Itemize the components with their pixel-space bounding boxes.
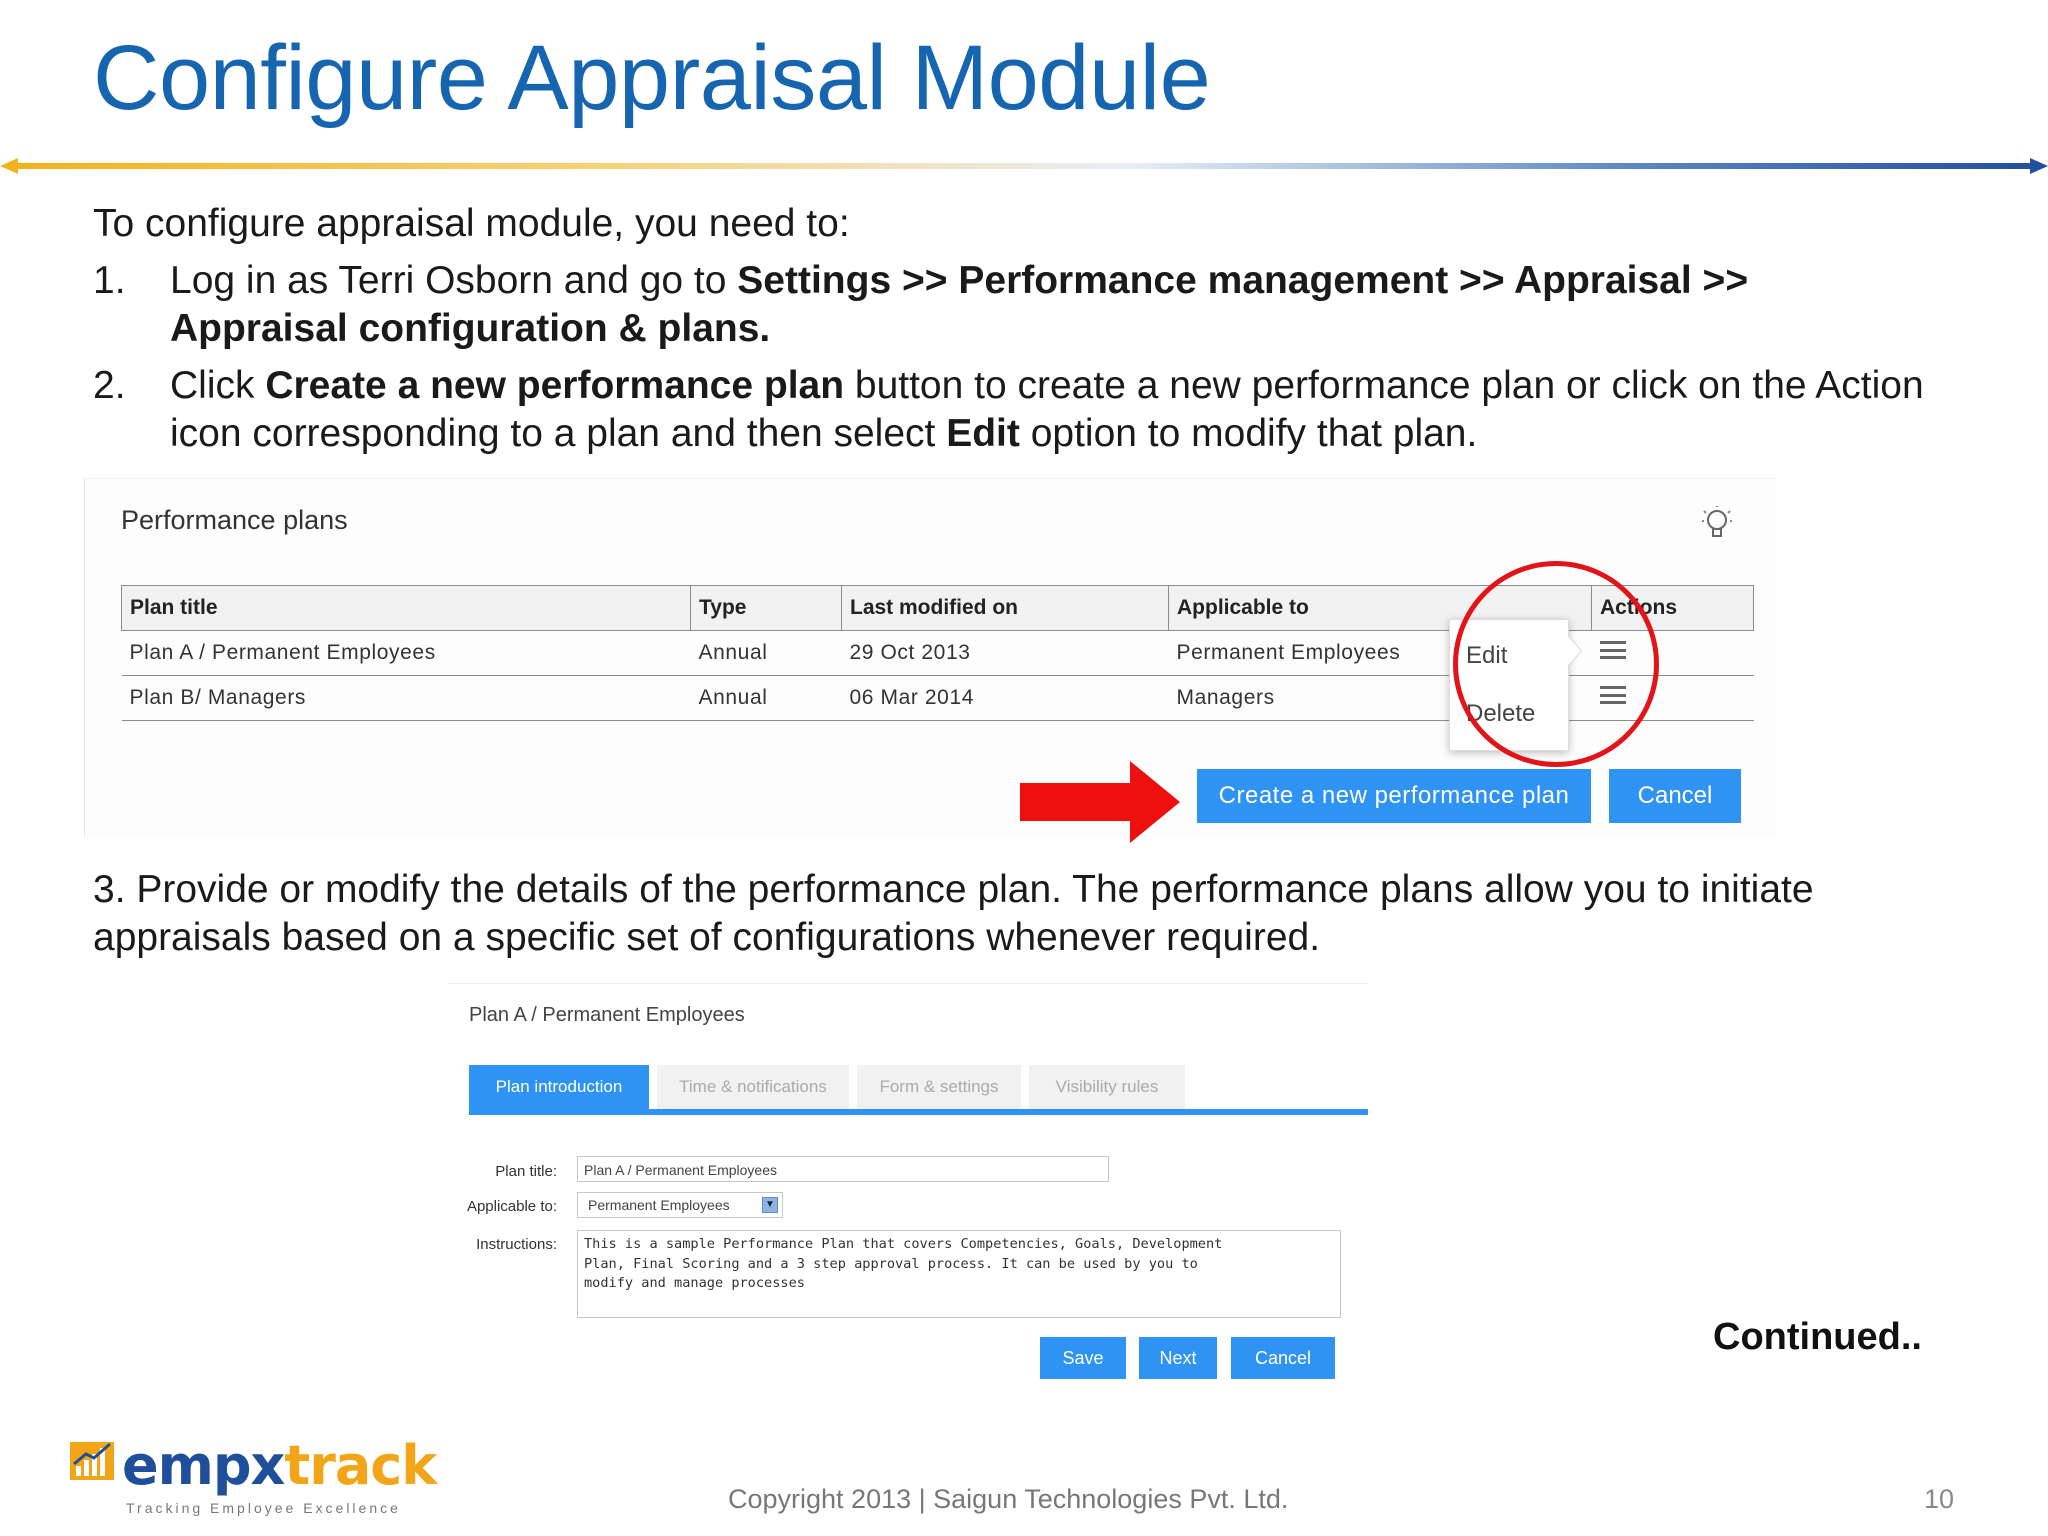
tab-time-notifications[interactable]: Time & notifications: [657, 1065, 849, 1109]
cancel-button[interactable]: Cancel: [1609, 769, 1741, 823]
step-2-button-name: Create a new performance plan: [265, 364, 845, 407]
tab-form-settings[interactable]: Form & settings: [857, 1065, 1021, 1109]
page-number: 10: [1924, 1484, 1955, 1514]
performance-plans-panel: Performance plans Plan title Type Last m…: [84, 478, 1777, 843]
instructions-label: Instructions:: [476, 1236, 557, 1253]
slide-title: Configure Appraisal Module: [93, 27, 1211, 129]
step-2-edit-word: Edit: [946, 412, 1020, 455]
empxtrack-logo: empxtrack Tracking Employee Excellence: [70, 1434, 437, 1520]
next-button[interactable]: Next: [1139, 1337, 1217, 1379]
cell-plan-title[interactable]: Plan B/ Managers: [121, 675, 691, 721]
step-1-text: Log in as Terri Osborn and go to: [170, 259, 738, 302]
plan-title-input[interactable]: Plan A / Permanent Employees: [577, 1156, 1109, 1182]
cell-last-modified: 06 Mar 2014: [841, 675, 1169, 721]
tab-plan-introduction[interactable]: Plan introduction: [469, 1065, 649, 1109]
step-2-text-b: button to create a new performance plan …: [844, 364, 1924, 407]
plan-form-heading: Plan A / Permanent Employees: [469, 1004, 745, 1026]
applicable-to-select[interactable]: Permanent Employees ▼: [577, 1192, 783, 1218]
applicable-to-label: Applicable to:: [466, 1198, 557, 1215]
step-3-line-2: appraisals based on a specific set of co…: [93, 916, 1321, 959]
step-1-number: 1.: [93, 259, 126, 302]
col-last-modified[interactable]: Last modified on: [841, 585, 1169, 631]
step-2-line-1: Click Create a new performance plan butt…: [170, 362, 1924, 410]
cell-type: Annual: [690, 675, 842, 721]
form-cancel-button[interactable]: Cancel: [1231, 1337, 1335, 1379]
step-1-line-1: Log in as Terri Osborn and go to Setting…: [170, 257, 1748, 305]
red-arrow-icon: [1020, 761, 1180, 843]
plan-tabs: Plan introduction Time & notifications F…: [469, 1065, 1368, 1115]
tab-visibility-rules[interactable]: Visibility rules: [1029, 1065, 1185, 1109]
step-2-number: 2.: [93, 364, 126, 407]
continued-text: Continued..: [1713, 1316, 1922, 1358]
title-divider: [0, 158, 2048, 174]
step-2-text-c: icon corresponding to a plan and then se…: [170, 412, 947, 455]
step-3: 3. Provide or modify the details of the …: [93, 866, 1814, 962]
cell-last-modified: 29 Oct 2013: [841, 630, 1169, 676]
plan-title-label: Plan title:: [495, 1163, 557, 1180]
col-type[interactable]: Type: [690, 585, 842, 631]
step-1-line-2: Appraisal configuration & plans.: [170, 305, 770, 353]
save-button[interactable]: Save: [1040, 1337, 1126, 1379]
instructions-textarea[interactable]: This is a sample Performance Plan that c…: [577, 1230, 1341, 1318]
step-2-text-a: Click: [170, 364, 266, 407]
create-plan-button[interactable]: Create a new performance plan: [1197, 769, 1591, 823]
tab-underline: [469, 1109, 1368, 1115]
step-3-line-1: 3. Provide or modify the details of the …: [93, 868, 1814, 911]
intro-text: To configure appraisal module, you need …: [93, 202, 850, 245]
cell-type: Annual: [690, 630, 842, 676]
col-plan-title[interactable]: Plan title: [121, 585, 691, 631]
chevron-down-icon[interactable]: ▼: [762, 1197, 778, 1213]
step-1-path: Settings >> Performance management >> Ap…: [737, 259, 1749, 302]
highlight-circle: [1453, 561, 1659, 767]
cell-plan-title[interactable]: Plan A / Permanent Employees: [121, 630, 691, 676]
plan-form-panel: Plan A / Permanent Employees Plan introd…: [447, 983, 1369, 1404]
copyright-text: Copyright 2013 | Saigun Technologies Pvt…: [728, 1484, 1289, 1514]
logo-brand-a: empx: [122, 1434, 285, 1497]
logo-wordmark: empxtrack: [122, 1434, 437, 1497]
performance-plans-heading: Performance plans: [121, 505, 348, 535]
lightbulb-icon[interactable]: [1701, 505, 1733, 543]
step-2-line-2: icon corresponding to a plan and then se…: [170, 410, 1477, 458]
logo-brand-b: track: [284, 1434, 437, 1497]
step-1-path-end: Appraisal configuration & plans.: [170, 307, 771, 350]
step-2-text-d: option to modify that plan.: [1019, 412, 1478, 455]
logo-tagline: Tracking Employee Excellence: [126, 1500, 401, 1516]
logo-chart-icon: [70, 1442, 114, 1480]
applicable-to-value: Permanent Employees: [588, 1197, 730, 1213]
